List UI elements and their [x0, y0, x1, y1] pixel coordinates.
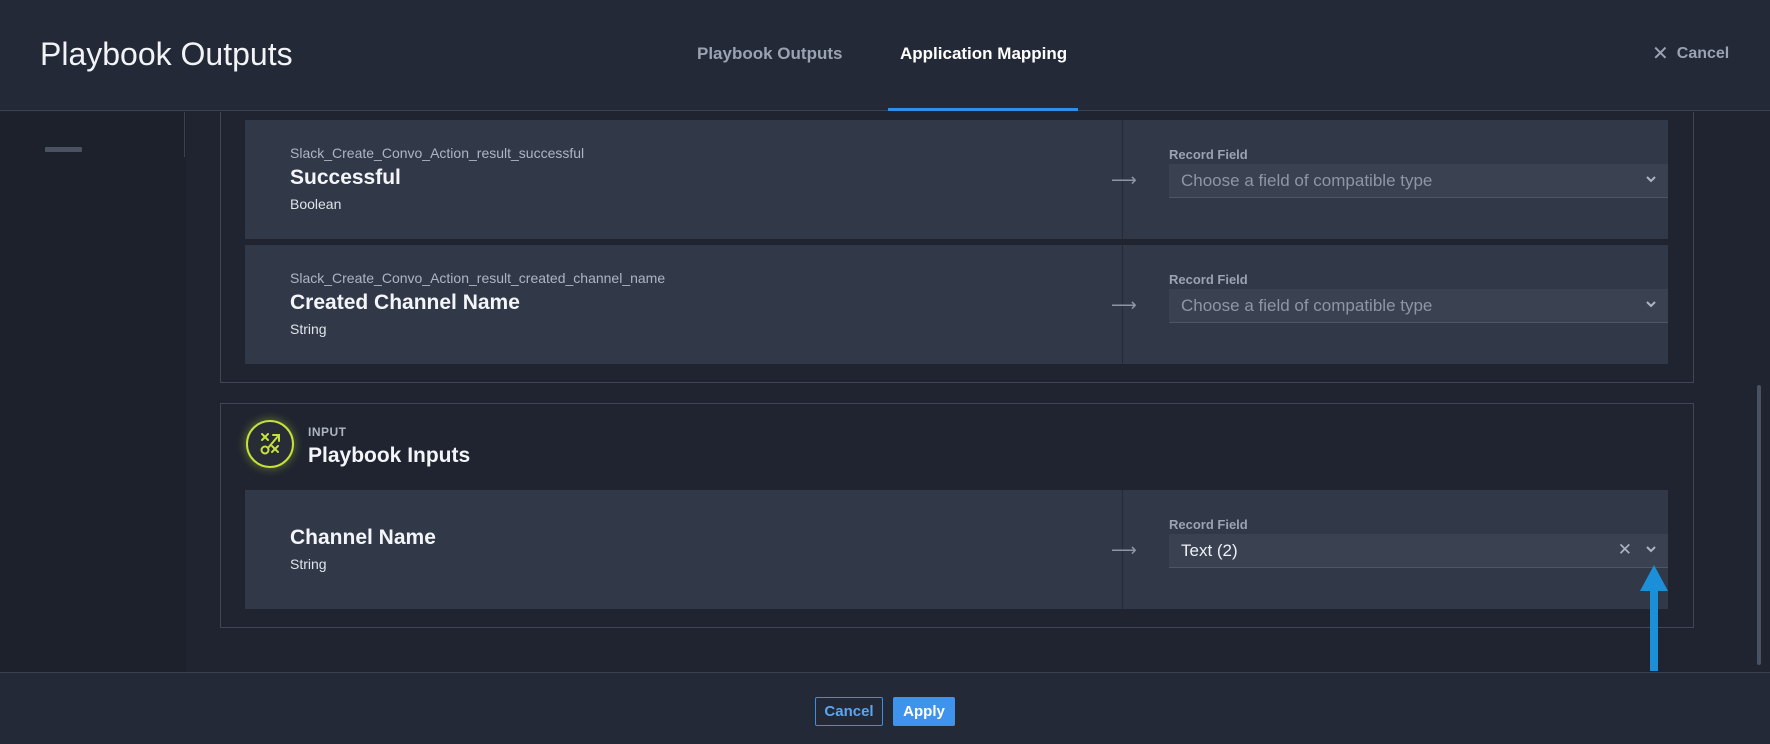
mapping-arrow-icon: ⟶	[1111, 170, 1137, 190]
record-field-label: Record Field	[1169, 147, 1248, 162]
section-title: Playbook Inputs	[308, 444, 471, 467]
select-placeholder: Choose a field of compatible type	[1181, 295, 1433, 315]
chevron-down-icon	[1646, 176, 1656, 183]
page-title: Playbook Outputs	[40, 36, 293, 72]
output-name: Created Channel Name	[290, 291, 520, 314]
modal-header: Playbook Outputs Playbook Outputs Applic…	[0, 0, 1770, 111]
playbook-input-icon	[246, 420, 294, 468]
apply-button[interactable]: Apply	[893, 697, 955, 726]
output-key: Slack_Create_Convo_Action_result_success…	[290, 145, 585, 161]
modal-footer: Cancel Apply	[0, 672, 1770, 744]
clear-icon[interactable]: ✕	[1618, 540, 1632, 560]
scrollbar-thumb[interactable]	[1757, 385, 1761, 665]
annotation-arrow-icon	[1640, 565, 1668, 671]
record-field-select[interactable]: Text (2) ✕	[1169, 534, 1668, 568]
record-field-select[interactable]: Choose a field of compatible type	[1169, 289, 1668, 323]
cancel-button[interactable]: Cancel	[815, 697, 883, 726]
mapping-arrow-icon: ⟶	[1111, 295, 1137, 315]
collapse-handle[interactable]	[45, 147, 82, 152]
input-name: Channel Name	[290, 526, 436, 549]
select-value: Text (2)	[1181, 540, 1238, 560]
input-type: String	[290, 556, 327, 572]
chevron-down-icon	[1646, 301, 1656, 308]
header-cancel-label: Cancel	[1676, 45, 1730, 62]
select-placeholder: Choose a field of compatible type	[1181, 170, 1433, 190]
header-cancel-button[interactable]: ✕ Cancel	[1652, 44, 1729, 64]
mapping-arrow-icon: ⟶	[1111, 540, 1137, 560]
close-icon: ✕	[1652, 43, 1669, 65]
mapping-row-channel-name: Channel Name String ⟶ Record Field Text …	[245, 490, 1668, 609]
record-field-label: Record Field	[1169, 517, 1248, 532]
record-field-select[interactable]: Choose a field of compatible type	[1169, 164, 1668, 198]
record-field-label: Record Field	[1169, 272, 1248, 287]
side-rail-divider	[184, 112, 185, 157]
side-rail	[0, 112, 186, 672]
output-type: String	[290, 321, 327, 337]
output-key: Slack_Create_Convo_Action_result_created…	[290, 270, 666, 286]
section-kicker: INPUT	[308, 425, 347, 439]
active-tab-indicator	[888, 108, 1078, 111]
mapping-row-successful: Slack_Create_Convo_Action_result_success…	[245, 120, 1668, 239]
strategy-icon	[260, 433, 280, 455]
chevron-down-icon[interactable]	[1644, 542, 1658, 556]
output-type: Boolean	[290, 196, 342, 212]
mapping-row-created-channel-name: Slack_Create_Convo_Action_result_created…	[245, 245, 1668, 364]
tab-application-mapping[interactable]: Application Mapping	[900, 44, 1067, 64]
tab-playbook-outputs[interactable]: Playbook Outputs	[697, 44, 842, 64]
output-name: Successful	[290, 166, 401, 189]
